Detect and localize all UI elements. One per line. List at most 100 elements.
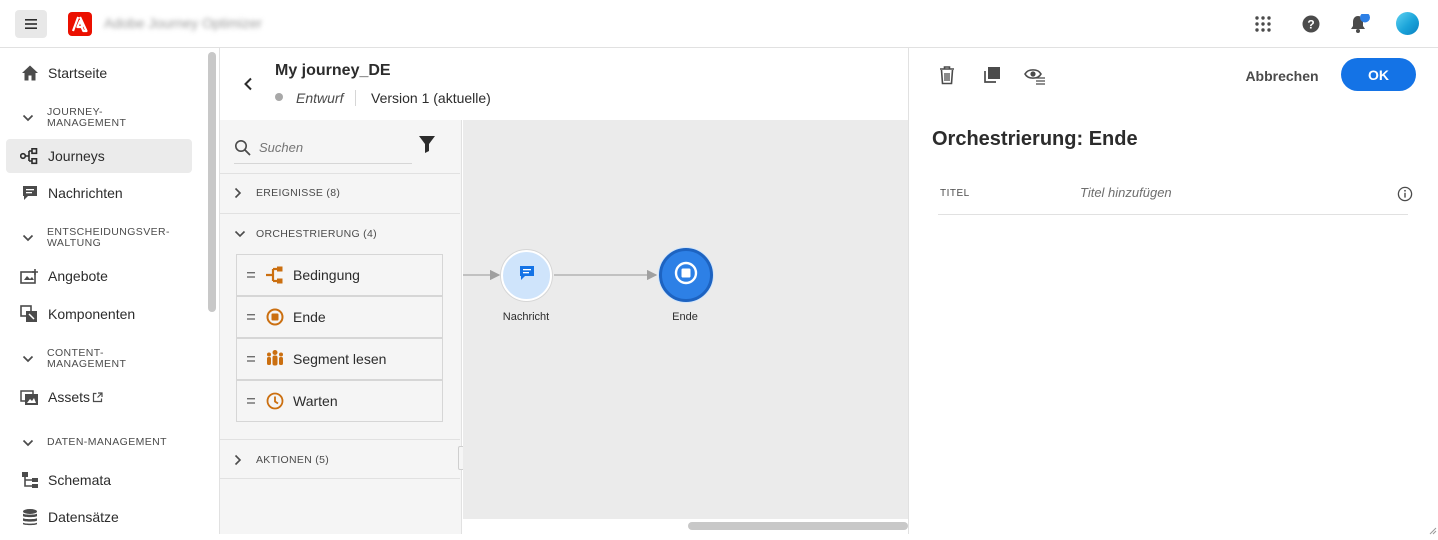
category-actions[interactable]: AKTIONEN (5) (234, 454, 329, 466)
chevron-down-icon (234, 230, 246, 238)
nav-item-startseite[interactable]: Startseite (6, 56, 192, 90)
cancel-button[interactable]: Abbrechen (1227, 60, 1337, 92)
drag-handle-icon[interactable] (237, 314, 265, 320)
category-events[interactable]: EREIGNISSE (8) (234, 187, 340, 199)
message-node-icon (518, 264, 536, 287)
journey-version[interactable]: Version 1 (aktuelle) (371, 90, 491, 106)
help-icon[interactable]: ? (1301, 14, 1321, 34)
bell-icon[interactable] (1348, 12, 1370, 34)
nav-item-nachrichten[interactable]: Nachrichten (6, 176, 192, 210)
filter-icon[interactable] (418, 134, 438, 154)
top-bar: Adobe Journey Optimizer ? (0, 0, 1438, 48)
chevron-left-icon (244, 77, 252, 91)
activity-label: Ende (293, 309, 326, 325)
hamburger-icon[interactable] (15, 10, 47, 38)
app-name[interactable]: Adobe Journey Optimizer (104, 15, 262, 31)
back-button[interactable] (238, 72, 258, 96)
left-navigation: Startseite JOURNEY- MANAGEMENT Journeys … (0, 48, 206, 534)
nav-section-label: CONTENT- MANAGEMENT (47, 347, 127, 370)
drag-handle-icon[interactable] (237, 398, 265, 404)
resize-grip-icon[interactable] (1427, 522, 1437, 535)
activity-palette: EREIGNISSE (8) ORCHESTRIERUNG (4) Beding… (220, 120, 462, 534)
search-icon (234, 139, 252, 157)
activity-end[interactable]: Ende (236, 296, 443, 338)
divider (220, 439, 460, 440)
journey-node-end[interactable] (659, 248, 713, 302)
search-input[interactable] (259, 140, 399, 155)
journey-title: My journey_DE (275, 62, 391, 79)
category-label: AKTIONEN (5) (256, 454, 330, 466)
nav-item-schemata[interactable]: Schemata (6, 463, 192, 497)
search-field[interactable] (234, 132, 412, 164)
journey-node-message[interactable] (501, 250, 552, 301)
divider (220, 173, 460, 174)
journey-header: My journey_DE Entwurf Version 1 (aktuell… (220, 48, 908, 120)
nav-label: Assets (48, 389, 91, 405)
category-label: ORCHESTRIERUNG (4) (256, 228, 377, 240)
nav-item-datensaetze[interactable]: Datensätze (6, 500, 192, 534)
nav-item-angebote[interactable]: Angebote (6, 259, 192, 293)
nav-label: Nachrichten (48, 185, 123, 201)
divider (220, 213, 460, 214)
node-label: Nachricht (502, 311, 550, 323)
nav-section-journey-management[interactable]: JOURNEY- MANAGEMENT (22, 107, 192, 129)
chevron-down-icon (22, 355, 36, 363)
info-icon[interactable] (1397, 186, 1413, 202)
category-orchestration[interactable]: ORCHESTRIERUNG (4) (234, 228, 377, 240)
activity-condition[interactable]: Bedingung (236, 254, 443, 296)
nav-section-label: ENTSCHEIDUNGSVER- WALTUNG (47, 226, 170, 249)
chevron-right-icon (234, 454, 246, 466)
properties-panel: Abbrechen OK Orchestrierung: Ende TITEL … (908, 48, 1438, 535)
drag-handle-icon[interactable] (237, 356, 265, 362)
offers-icon (20, 266, 40, 286)
chevron-down-icon (22, 234, 36, 242)
activity-read-segment[interactable]: Segment lesen (236, 338, 443, 380)
assets-icon (20, 387, 40, 407)
panel-title: Orchestrierung: Ende (932, 128, 1138, 150)
adobe-logo[interactable] (68, 12, 92, 36)
drag-handle-icon[interactable] (237, 272, 265, 278)
nav-section-decision-management[interactable]: ENTSCHEIDUNGSVER- WALTUNG (22, 227, 192, 249)
canvas-horizontal-scrollbar[interactable] (688, 522, 908, 530)
datasets-icon (20, 507, 40, 527)
nav-item-komponenten[interactable]: Komponenten (6, 297, 192, 331)
nav-section-data-management[interactable]: DATEN-MANAGEMENT (22, 437, 192, 448)
nav-label: Schemata (48, 472, 112, 488)
preview-icon[interactable] (1024, 64, 1046, 86)
nav-label: Angebote (48, 268, 108, 284)
title-input[interactable]: Titel hinzufügen (1080, 185, 1172, 200)
read-segment-icon (265, 349, 285, 369)
end-icon (265, 307, 285, 327)
avatar[interactable] (1396, 12, 1419, 35)
ok-button[interactable]: OK (1341, 58, 1416, 91)
nav-section-content-management[interactable]: CONTENT- MANAGEMENT (22, 348, 192, 370)
chevron-down-icon (22, 114, 36, 122)
status-dot (275, 93, 283, 101)
duplicate-icon[interactable] (981, 64, 1003, 86)
external-link-icon (92, 391, 103, 403)
activity-label: Warten (293, 393, 338, 409)
sidebar-scrollbar[interactable] (208, 52, 216, 312)
home-icon (20, 63, 40, 83)
apps-grid-icon[interactable] (1253, 14, 1273, 34)
svg-text:?: ? (1307, 18, 1314, 32)
activity-label: Segment lesen (293, 351, 387, 367)
nav-section-label: DATEN-MANAGEMENT (47, 436, 167, 448)
nav-label: Journeys (48, 148, 105, 164)
components-icon (20, 304, 40, 324)
divider (355, 90, 356, 106)
activity-label: Bedingung (293, 267, 360, 283)
node-label: Ende (672, 311, 698, 323)
activity-wait[interactable]: Warten (236, 380, 443, 422)
nav-item-assets[interactable]: Assets (6, 380, 192, 414)
nav-section-label: JOURNEY- MANAGEMENT (47, 106, 127, 129)
delete-icon[interactable] (936, 64, 958, 86)
schema-icon (20, 470, 40, 490)
nav-label: Datensätze (48, 509, 119, 525)
nav-item-journeys[interactable]: Journeys (6, 139, 192, 173)
nav-label: Komponenten (48, 306, 136, 322)
chevron-right-icon (234, 187, 246, 199)
end-node-icon (674, 261, 698, 290)
journey-canvas[interactable]: Nachricht Ende (463, 120, 908, 534)
nav-label: Startseite (48, 65, 108, 81)
